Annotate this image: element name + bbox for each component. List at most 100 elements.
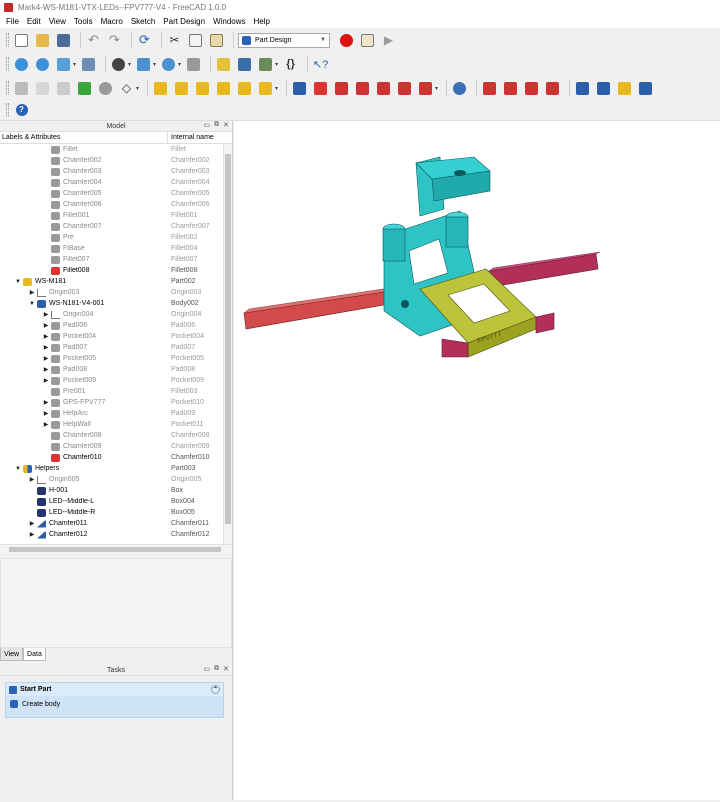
tree-row[interactable]: ▼ Helpers Part003	[0, 463, 223, 474]
float-icon[interactable]: ⧉	[214, 665, 219, 673]
menu-sketch[interactable]: Sketch	[131, 17, 155, 26]
collapsed-arrow-icon[interactable]: ▶	[42, 421, 50, 428]
float-icon[interactable]: ⧉	[214, 121, 219, 129]
clone-button[interactable]	[97, 80, 114, 97]
tree-row[interactable]: Fillet007 Fillet007	[0, 254, 223, 265]
validate-sketch-button[interactable]	[55, 80, 72, 97]
tree-row[interactable]: Pre Fillet002	[0, 232, 223, 243]
tree-row[interactable]: Chamfer007 Chamfer007	[0, 221, 223, 232]
collapsed-arrow-icon[interactable]: ▶	[42, 377, 50, 384]
magenta-bar[interactable]	[488, 253, 599, 288]
tree-row[interactable]: ▼ WS-N181-V4-001 Body002	[0, 298, 223, 309]
save-button[interactable]	[55, 32, 72, 49]
toolbar-grip[interactable]	[6, 81, 9, 95]
subtractive-loft-button[interactable]	[354, 80, 371, 97]
sketch-button[interactable]	[34, 80, 51, 97]
collapsed-arrow-icon[interactable]: ▶	[42, 333, 50, 340]
tree-row[interactable]: Chamfer002 Chamfer002	[0, 155, 223, 166]
tree-row[interactable]: LED--Middle-L Box004	[0, 496, 223, 507]
tree-row[interactable]: ▶ Chamfer012 Chamfer012	[0, 529, 223, 540]
collapsed-arrow-icon[interactable]: ▶	[42, 399, 50, 406]
collapsed-arrow-icon[interactable]: ▶	[42, 322, 50, 329]
tree-row[interactable]: Chamfer009 Chamfer009	[0, 441, 223, 452]
open-button[interactable]	[34, 32, 51, 49]
chamfer-button[interactable]	[502, 80, 519, 97]
whats-this-button[interactable]: ↖?	[312, 56, 329, 73]
link-button[interactable]	[257, 56, 274, 73]
tree-row[interactable]: ▶ Chamfer011 Chamfer011	[0, 518, 223, 529]
expression-button[interactable]: {}	[282, 56, 299, 73]
revolution-button[interactable]	[173, 80, 190, 97]
refresh-button[interactable]: ⟳	[136, 32, 153, 49]
tree-row[interactable]: ▶ Pocket009 Pocket009	[0, 375, 223, 386]
collapsed-arrow-icon[interactable]: ▶	[42, 355, 50, 362]
subtractive-helix-button[interactable]	[396, 80, 413, 97]
redo-button[interactable]: ↷	[106, 32, 123, 49]
property-view[interactable]	[0, 558, 232, 648]
tree-row[interactable]: ▶ Pocket004 Pocket004	[0, 331, 223, 342]
magenta-front-tab[interactable]	[441, 338, 469, 358]
tree-row[interactable]: ▶ Origin004 Origin004	[0, 309, 223, 320]
menu-file[interactable]: File	[6, 17, 19, 26]
isometric-view-button[interactable]	[55, 56, 72, 73]
toolbar-grip[interactable]	[6, 57, 9, 71]
tree-row[interactable]: LED--Middle-R Box005	[0, 507, 223, 518]
panel-options-icon[interactable]: ▭	[204, 665, 211, 673]
tree-row[interactable]: Chamfer004 Chamfer004	[0, 177, 223, 188]
macro-editor-button[interactable]	[359, 32, 376, 49]
expanded-arrow-icon[interactable]: ▼	[28, 301, 36, 307]
tab-data[interactable]: Data	[23, 648, 46, 661]
new-button[interactable]	[13, 32, 30, 49]
scrollbar-thumb[interactable]	[9, 547, 221, 552]
subtractive-primitive-button[interactable]	[417, 80, 434, 97]
boolean-button[interactable]	[451, 80, 468, 97]
loft-button[interactable]	[194, 80, 211, 97]
menu-macro[interactable]: Macro	[101, 17, 123, 26]
tree-row[interactable]: ▶ Pocket005 Pocket005	[0, 353, 223, 364]
measure-button[interactable]	[80, 56, 97, 73]
menu-tools[interactable]: Tools	[74, 17, 93, 26]
tree-row[interactable]: ▼ WS-M181 Part002	[0, 276, 223, 287]
tree-row[interactable]: Pre001 Fillet003	[0, 386, 223, 397]
thickness-button[interactable]	[544, 80, 561, 97]
collapsed-arrow-icon[interactable]: ▶	[42, 344, 50, 351]
menu-view[interactable]: View	[49, 17, 66, 26]
panel-options-icon[interactable]: ▭	[204, 121, 211, 129]
multi-transform-button[interactable]	[637, 80, 654, 97]
tree-vertical-scrollbar[interactable]	[223, 144, 232, 544]
pipe-button[interactable]	[215, 80, 232, 97]
groove-button[interactable]	[333, 80, 350, 97]
expanded-arrow-icon[interactable]: ▼	[14, 466, 22, 472]
toolbar-grip[interactable]	[6, 33, 9, 47]
part-button[interactable]	[215, 56, 232, 73]
datum-button[interactable]: ◇	[118, 80, 135, 97]
collapsed-arrow-icon[interactable]: ▶	[28, 289, 36, 296]
menu-windows[interactable]: Windows	[213, 17, 245, 26]
pad-button[interactable]	[152, 80, 169, 97]
3d-viewport[interactable]: FPV777	[234, 121, 720, 800]
run-macro-button[interactable]: ▶	[380, 32, 397, 49]
collapsed-arrow-icon[interactable]: ▶	[42, 410, 50, 417]
collapsed-arrow-icon[interactable]: ▶	[28, 520, 36, 527]
3d-model-view[interactable]: FPV777	[234, 121, 720, 800]
pocket-button[interactable]	[291, 80, 308, 97]
tree-row[interactable]: Fillet Fillet	[0, 144, 223, 155]
tree-row[interactable]: ▶ GPS-FPV777 Pocket010	[0, 397, 223, 408]
additive-primitive-button[interactable]	[257, 80, 274, 97]
tree-row[interactable]: H-001 Box	[0, 485, 223, 496]
menu-edit[interactable]: Edit	[27, 17, 41, 26]
expanded-arrow-icon[interactable]: ▼	[14, 279, 22, 285]
cut-button[interactable]: ✂	[166, 32, 183, 49]
tree-row[interactable]: ▶ Origin003 Origin003	[0, 287, 223, 298]
subtractive-pipe-button[interactable]	[375, 80, 392, 97]
zoom-button[interactable]	[160, 56, 177, 73]
copy-button[interactable]	[187, 32, 204, 49]
hole-button[interactable]	[312, 80, 329, 97]
tree-row[interactable]: Fillet008 Fillet008	[0, 265, 223, 276]
draft-button[interactable]	[523, 80, 540, 97]
collapsed-arrow-icon[interactable]: ▶	[42, 366, 50, 373]
linear-pattern-button[interactable]	[595, 80, 612, 97]
create-body-task[interactable]: Create body	[6, 696, 223, 712]
mirrored-button[interactable]	[574, 80, 591, 97]
std-views-button[interactable]	[135, 56, 152, 73]
